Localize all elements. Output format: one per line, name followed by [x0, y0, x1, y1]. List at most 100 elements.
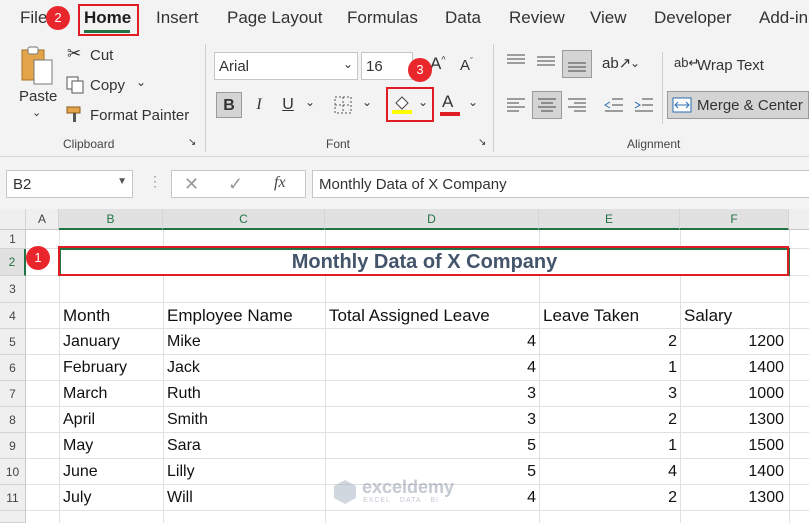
merge-center-button[interactable]: Merge & Center [667, 91, 809, 119]
row-header-10[interactable]: 10 [0, 459, 26, 485]
cell-employee[interactable]: Will [167, 489, 193, 507]
select-all-corner[interactable] [0, 209, 26, 230]
insert-function-icon[interactable]: fx [274, 174, 286, 192]
underline-button[interactable]: U [275, 92, 301, 118]
menu-view[interactable]: View [590, 8, 627, 28]
scissors-icon[interactable]: ✂ [67, 44, 81, 64]
format-painter-icon[interactable] [66, 105, 86, 123]
cell-employee[interactable]: Mike [167, 333, 201, 351]
cell-month[interactable]: March [63, 385, 107, 403]
row-header-6[interactable]: 6 [0, 355, 26, 381]
formula-input[interactable]: Monthly Data of X Company [312, 170, 809, 198]
bold-button[interactable]: B [216, 92, 242, 118]
cell-employee[interactable]: Lilly [167, 463, 195, 481]
menu-add-in[interactable]: Add-in [759, 8, 808, 28]
header-month[interactable]: Month [63, 306, 110, 326]
row-header-2[interactable]: 2 [0, 249, 26, 276]
cell-leave-taken[interactable]: 2 [539, 489, 677, 507]
column-header-c[interactable]: C [163, 209, 325, 230]
align-center-icon[interactable] [532, 91, 562, 119]
align-bottom-icon[interactable] [562, 50, 592, 78]
column-header-d[interactable]: D [325, 209, 539, 230]
row-header-9[interactable]: 9 [0, 433, 26, 459]
cell-leave-taken[interactable]: 4 [539, 463, 677, 481]
font-size-select[interactable]: 16 [361, 52, 413, 80]
borders-dropdown-icon[interactable]: ⌄ [362, 95, 372, 109]
cell-month[interactable]: April [63, 411, 95, 429]
menu-formulas[interactable]: Formulas [347, 8, 418, 28]
font-color-icon[interactable]: A [442, 92, 453, 112]
cell-salary[interactable]: 1500 [680, 437, 784, 455]
row-header-3[interactable]: 3 [0, 276, 26, 303]
cell-month[interactable]: July [63, 489, 91, 507]
cell-month[interactable]: January [63, 333, 120, 351]
cell-salary[interactable]: 1000 [680, 385, 784, 403]
align-left-icon[interactable] [505, 95, 527, 115]
menu-file[interactable]: File [20, 8, 47, 28]
orientation-dropdown-icon[interactable]: ⌄ [630, 56, 640, 70]
cancel-icon[interactable]: ✕ [184, 174, 199, 195]
column-header-e[interactable]: E [539, 209, 680, 230]
increase-indent-icon[interactable] [633, 95, 655, 115]
cell-salary[interactable]: 1400 [680, 359, 784, 377]
cut-button[interactable]: Cut [90, 47, 113, 64]
row-header-5[interactable]: 5 [0, 329, 26, 355]
cell-salary[interactable]: 1200 [680, 333, 784, 351]
cell-employee[interactable]: Jack [167, 359, 200, 377]
cell-leave-taken[interactable]: 1 [539, 437, 677, 455]
clipboard-launcher-icon[interactable]: ↘ [188, 137, 196, 148]
header-total-assigned-leave[interactable]: Total Assigned Leave [329, 306, 490, 326]
decrease-indent-icon[interactable] [603, 95, 625, 115]
font-launcher-icon[interactable]: ↘ [478, 137, 486, 148]
menu-page-layout[interactable]: Page Layout [227, 8, 322, 28]
increase-font-icon[interactable]: A^ [430, 54, 446, 74]
underline-dropdown-icon[interactable]: ⌄ [305, 95, 315, 109]
cell-employee[interactable]: Smith [167, 411, 208, 429]
format-painter-button[interactable]: Format Painter [90, 107, 189, 124]
cell-employee[interactable]: Ruth [167, 385, 201, 403]
orientation-icon[interactable]: ab↗ [602, 54, 631, 72]
name-box[interactable]: B2 ▼ [6, 170, 133, 198]
italic-button[interactable]: I [246, 92, 272, 118]
cell-assigned-leave[interactable]: 3 [325, 411, 536, 429]
paste-label[interactable]: Paste [19, 88, 57, 105]
copy-dropdown-icon[interactable]: ⌄ [136, 75, 146, 89]
wrap-text-icon[interactable]: ab↵ [674, 55, 699, 71]
align-middle-icon[interactable] [535, 52, 557, 70]
copy-icon[interactable] [66, 76, 84, 94]
cell-salary[interactable]: 1300 [680, 411, 784, 429]
cell-leave-taken[interactable]: 3 [539, 385, 677, 403]
header-salary[interactable]: Salary [684, 306, 732, 326]
column-header-g[interactable] [789, 209, 809, 230]
menu-developer[interactable]: Developer [654, 8, 732, 28]
cell-month[interactable]: May [63, 437, 93, 455]
font-color-dropdown-icon[interactable]: ⌄ [468, 95, 478, 109]
cell-assigned-leave[interactable]: 3 [325, 385, 536, 403]
font-name-select[interactable]: Arial ⌄ [214, 52, 358, 80]
cell-employee[interactable]: Sara [167, 437, 201, 455]
cell-leave-taken[interactable]: 2 [539, 411, 677, 429]
cell-salary[interactable]: 1400 [680, 463, 784, 481]
column-header-f[interactable]: F [680, 209, 789, 230]
cell-leave-taken[interactable]: 1 [539, 359, 677, 377]
row-header-12[interactable] [0, 511, 26, 523]
cell-leave-taken[interactable]: 2 [539, 333, 677, 351]
column-header-b[interactable]: B [59, 209, 163, 230]
cell-month[interactable]: June [63, 463, 98, 481]
paste-dropdown-icon[interactable]: ⌄ [32, 106, 41, 119]
cell-salary[interactable]: 1300 [680, 489, 784, 507]
cell-month[interactable]: February [63, 359, 127, 377]
header-employee-name[interactable]: Employee Name [167, 306, 293, 326]
menu-review[interactable]: Review [509, 8, 565, 28]
cell-assigned-leave[interactable]: 4 [325, 333, 536, 351]
cell-assigned-leave[interactable]: 5 [325, 437, 536, 455]
copy-button[interactable]: Copy [90, 77, 125, 94]
paste-icon[interactable] [20, 46, 54, 86]
wrap-text-button[interactable]: Wrap Text [697, 57, 764, 74]
row-header-7[interactable]: 7 [0, 381, 26, 407]
borders-icon[interactable] [333, 95, 353, 115]
decrease-font-icon[interactable]: Aˇ [460, 56, 473, 74]
enter-icon[interactable]: ✓ [228, 174, 243, 195]
column-header-a[interactable]: A [26, 209, 59, 230]
row-header-4[interactable]: 4 [0, 303, 26, 329]
